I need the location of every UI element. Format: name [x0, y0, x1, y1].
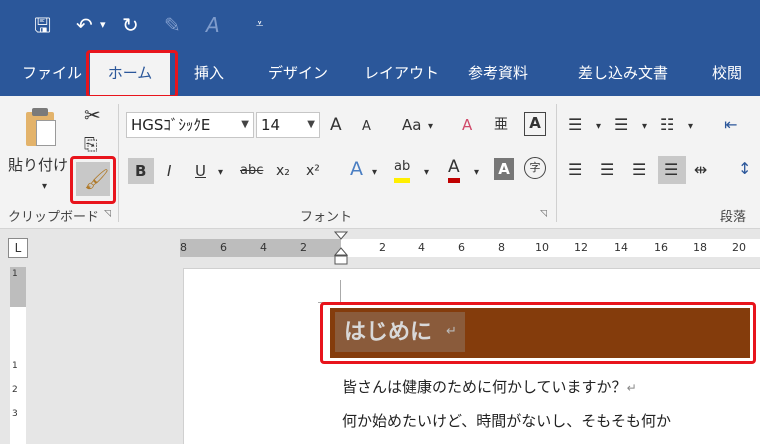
body-line[interactable]: 何か始めたいけど、時間がないし、そもそも何か	[342, 410, 671, 432]
group-separator	[118, 104, 119, 222]
tab-layout[interactable]: レイアウト	[364, 50, 439, 96]
char-border-button[interactable]: A	[524, 112, 546, 136]
superscript-button[interactable]: x²	[306, 160, 320, 182]
tab-selector-button[interactable]: L	[8, 238, 28, 258]
justify-button[interactable]: ☰	[664, 159, 678, 181]
paste-button[interactable]: 貼り付け	[8, 154, 68, 176]
font-size-select[interactable]: 14 ▼	[256, 112, 320, 138]
font-group-label: フォント	[300, 210, 353, 225]
ruler-number: 12	[574, 241, 588, 254]
copy-icon[interactable]: ⎘	[84, 134, 98, 156]
format-icon[interactable]: ✎	[164, 13, 181, 37]
strikethrough-button[interactable]: abc	[240, 160, 263, 182]
ruler-number: 18	[693, 241, 707, 254]
ruler-number: 6	[458, 241, 465, 254]
chevron-down-icon[interactable]: ▾	[596, 116, 601, 138]
body-line-text: 皆さんは健康のために何かしていますか？	[342, 378, 627, 396]
vruler-number: 2	[12, 385, 18, 395]
heading-highlight	[320, 302, 756, 364]
body-line[interactable]: 皆さんは健康のために何かしていますか？↵	[342, 376, 637, 399]
change-case-button[interactable]: Aa	[402, 114, 421, 136]
ruler-number: 10	[535, 241, 549, 254]
vruler-number: 1	[12, 361, 18, 371]
phonetic-guide-button[interactable]: 亜	[494, 114, 508, 136]
tab-design[interactable]: デザイン	[268, 50, 328, 96]
align-left-button[interactable]: ☰	[568, 159, 582, 181]
tab-review[interactable]: 校閲	[712, 50, 742, 96]
vertical-ruler[interactable]: 1 1 2 3	[0, 267, 35, 444]
undo-dropdown-icon[interactable]: ▾	[100, 13, 106, 37]
tab-references[interactable]: 参考資料	[468, 50, 528, 96]
ruler-number: 4	[260, 241, 267, 254]
clear-format-button[interactable]: A	[462, 114, 472, 136]
align-center-button[interactable]: ☰	[600, 159, 614, 181]
save-icon[interactable]: 🖫	[34, 13, 51, 37]
tab-file[interactable]: ファイル	[22, 50, 82, 96]
chevron-down-icon[interactable]: ▾	[372, 162, 377, 184]
indent-marker-icon[interactable]	[334, 231, 348, 265]
italic-button[interactable]: I	[167, 160, 171, 182]
bold-button[interactable]: B	[135, 160, 146, 182]
vruler-number: 3	[12, 409, 18, 419]
decrease-indent-button[interactable]: ⇤	[724, 114, 737, 136]
ruler-number: 6	[220, 241, 227, 254]
font-name-value: HGSｺﾞｼｯｸE	[131, 116, 211, 134]
ruler-number: 8	[498, 241, 505, 254]
redo-icon[interactable]: ↻	[122, 13, 139, 37]
font-a-icon[interactable]: A	[206, 13, 220, 37]
ruler-number: 2	[379, 241, 386, 254]
ruler-number: 4	[418, 241, 425, 254]
highlight-color-button[interactable]: ab	[394, 156, 411, 183]
align-right-button[interactable]: ☰	[632, 159, 646, 181]
text-effects-button[interactable]: A	[350, 158, 363, 180]
distribute-button[interactable]: ⇹	[694, 159, 707, 181]
chevron-down-icon[interactable]: ▾	[474, 162, 479, 184]
group-separator	[556, 104, 557, 222]
ruler-number: 8	[180, 241, 187, 254]
cut-icon[interactable]: ✂	[84, 104, 101, 126]
line-spacing-button[interactable]: ↕	[738, 158, 751, 180]
ruler-number: 16	[654, 241, 668, 254]
chevron-down-icon: ▼	[307, 119, 315, 130]
ruler-number: 20	[732, 241, 746, 254]
font-launcher-icon[interactable]: ◹	[540, 209, 547, 219]
font-name-select[interactable]: HGSｺﾞｼｯｸE ▼	[126, 112, 254, 138]
chevron-down-icon[interactable]: ▾	[218, 162, 223, 184]
home-tab-highlight	[86, 50, 178, 98]
chevron-down-icon[interactable]: ▾	[642, 116, 647, 138]
title-bar: 🖫 ↶ ▾ ↻ ✎ A ⩡	[0, 0, 760, 50]
subscript-button[interactable]: x₂	[276, 160, 290, 182]
clipboard-group-label: クリップボード	[8, 210, 100, 225]
bullets-button[interactable]: ☰	[568, 114, 582, 136]
paragraph-group-label: 段落	[720, 210, 747, 225]
paragraph-mark: ↵	[626, 381, 637, 395]
ruler-number: 2	[300, 241, 307, 254]
grow-font-button[interactable]: A	[330, 114, 342, 136]
numbering-button[interactable]: ☰	[614, 114, 628, 136]
char-shading-button[interactable]: A	[494, 158, 514, 180]
font-size-value: 14	[261, 116, 281, 134]
tab-mailings[interactable]: 差し込み文書	[578, 50, 668, 96]
chevron-down-icon: ▼	[241, 119, 249, 130]
horizontal-ruler[interactable]: 8 6 4 2 2 4 6 8 10 12 14 16 18 20	[0, 229, 760, 267]
body-line-text: 何か始めたいけど、時間がないし、そもそも何か	[342, 412, 671, 430]
tab-insert[interactable]: 挿入	[194, 50, 224, 96]
chevron-down-icon[interactable]: ▾	[428, 116, 433, 138]
format-painter-highlight	[70, 156, 116, 204]
margin-guide	[340, 280, 341, 302]
customize-qat-icon[interactable]: ⩡	[256, 13, 263, 37]
clipboard-launcher-icon[interactable]: ◹	[104, 209, 111, 219]
paste-dropdown-icon[interactable]: ▾	[42, 176, 47, 198]
underline-button[interactable]: U	[195, 160, 206, 182]
multilevel-list-button[interactable]: ☷	[660, 114, 674, 136]
vruler-number: 1	[12, 269, 18, 279]
shrink-font-button[interactable]: A	[362, 116, 371, 138]
undo-icon[interactable]: ↶	[76, 13, 93, 37]
chevron-down-icon[interactable]: ▾	[424, 162, 429, 184]
font-color-button[interactable]: A	[448, 156, 460, 183]
ruler-number: 14	[614, 241, 628, 254]
chevron-down-icon[interactable]: ▾	[688, 116, 693, 138]
enclose-char-button[interactable]: 字	[524, 157, 546, 179]
paste-icon[interactable]	[22, 106, 58, 148]
